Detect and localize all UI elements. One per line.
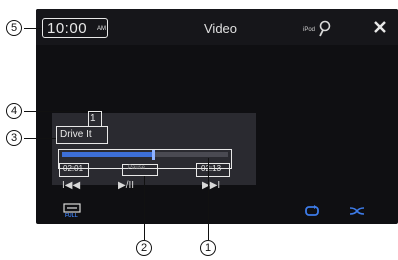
- video-screen: 10:00 AM Video iPod 1 Drive It 02:01 Pau…: [36, 9, 398, 224]
- callout-1-line: [208, 158, 209, 240]
- close-icon[interactable]: [372, 19, 388, 35]
- callout-2-line: [144, 176, 145, 240]
- callout-1: 1: [200, 240, 216, 256]
- track-number: 1: [90, 113, 96, 124]
- full-label: FULL: [65, 213, 78, 219]
- clock-ampm: AM: [97, 26, 106, 32]
- total-time: 02:13: [201, 164, 222, 173]
- play-pause-button[interactable]: ▶/II: [118, 180, 134, 191]
- full-screen-icon: [63, 203, 81, 213]
- callout-4-line: [24, 111, 88, 112]
- callout-5: 5: [6, 20, 22, 36]
- play-status: Pause: [128, 165, 146, 171]
- callout-3-line: [24, 138, 56, 139]
- repeat-icon[interactable]: [304, 205, 320, 217]
- ipod-label: iPod: [303, 27, 316, 33]
- progress-bar[interactable]: [62, 149, 228, 160]
- callout-2: 2: [136, 240, 152, 256]
- shuffle-icon[interactable]: [349, 205, 365, 217]
- progress-knob[interactable]: [152, 149, 156, 160]
- search-icon[interactable]: [318, 20, 332, 38]
- page-title: Video: [204, 21, 238, 36]
- full-screen-button[interactable]: FULL: [60, 201, 86, 221]
- callout-4: 4: [6, 103, 22, 119]
- next-button[interactable]: ▶▶I: [202, 180, 220, 191]
- callout-5-line: [24, 28, 42, 29]
- elapsed-time: 02:01: [63, 164, 84, 173]
- song-title: Drive It: [60, 129, 92, 140]
- top-bar: 10:00 AM Video iPod: [36, 9, 398, 45]
- progress-fill: [62, 152, 154, 157]
- previous-button[interactable]: I◀◀: [62, 180, 80, 191]
- callout-3: 3: [6, 130, 22, 146]
- clock[interactable]: 10:00 AM: [42, 18, 108, 38]
- clock-time: 10:00: [47, 20, 88, 37]
